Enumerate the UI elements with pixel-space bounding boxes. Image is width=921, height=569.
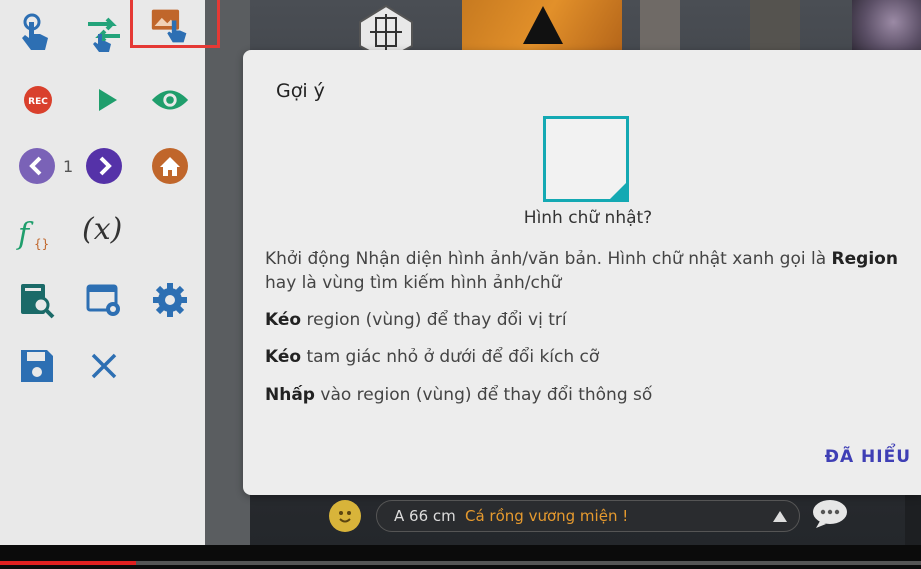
variable-icon[interactable]: (x) bbox=[82, 212, 122, 247]
previous-page-icon[interactable] bbox=[17, 146, 57, 186]
background-dark-edge bbox=[905, 490, 921, 545]
svg-text:{}: {} bbox=[34, 237, 49, 251]
gear-icon[interactable] bbox=[150, 280, 190, 320]
eye-icon[interactable] bbox=[150, 80, 190, 120]
play-icon[interactable] bbox=[86, 80, 126, 120]
swipe-icon[interactable] bbox=[84, 12, 124, 52]
sidebar-panel: REC 1 f {} (x) bbox=[0, 0, 220, 545]
background-post bbox=[640, 0, 680, 50]
instruction-drag-region: Kéo region (vùng) để thay đổi vị trí bbox=[265, 310, 567, 330]
save-icon[interactable] bbox=[17, 346, 57, 386]
region-illustration bbox=[543, 116, 629, 202]
video-progress-track[interactable] bbox=[0, 561, 921, 565]
background-post-2 bbox=[750, 0, 800, 50]
video-control-bar bbox=[0, 545, 921, 569]
search-document-icon[interactable] bbox=[17, 280, 57, 320]
window-settings-icon[interactable] bbox=[84, 280, 124, 320]
chat-message-bar[interactable]: A 66 cm Cá rồng vương miện ! bbox=[376, 500, 800, 532]
video-progress-fill bbox=[0, 561, 137, 565]
svg-text:f: f bbox=[16, 217, 34, 252]
dialog-title: Gợi ý bbox=[276, 80, 325, 102]
chat-message: Cá rồng vương miện ! bbox=[465, 507, 629, 525]
background-dark-triangle bbox=[523, 6, 563, 44]
instruction-click-region: Nhấp vào region (vùng) để thay đổi thông… bbox=[265, 385, 653, 405]
highlight-box bbox=[130, 0, 220, 48]
record-icon[interactable]: REC bbox=[18, 80, 58, 120]
next-page-icon[interactable] bbox=[84, 146, 124, 186]
hint-dialog: Gợi ý Hình chữ nhật? Khởi động Nhận diện… bbox=[243, 50, 921, 495]
background-figure bbox=[852, 0, 921, 55]
svg-text:REC: REC bbox=[28, 97, 48, 107]
understood-button[interactable]: ĐÃ HIỂU bbox=[825, 447, 911, 467]
emoji-icon[interactable] bbox=[329, 500, 361, 532]
instruction-resize: Kéo tam giác nhỏ ở dưới để đổi kích cỡ bbox=[265, 347, 600, 367]
page-number: 1 bbox=[63, 157, 74, 176]
region-caption: Hình chữ nhật? bbox=[523, 208, 653, 228]
home-icon[interactable] bbox=[150, 146, 190, 186]
function-icon[interactable]: f {} bbox=[16, 214, 56, 254]
instruction-intro: Khởi động Nhận diện hình ảnh/văn bản. Hì… bbox=[265, 249, 898, 293]
close-icon[interactable] bbox=[84, 346, 124, 386]
chat-distance: A 66 cm bbox=[394, 507, 456, 525]
expand-up-icon[interactable] bbox=[773, 511, 787, 522]
tap-icon[interactable] bbox=[16, 12, 56, 52]
chat-bubble-icon[interactable] bbox=[812, 499, 848, 529]
resize-triangle-icon bbox=[610, 183, 626, 199]
